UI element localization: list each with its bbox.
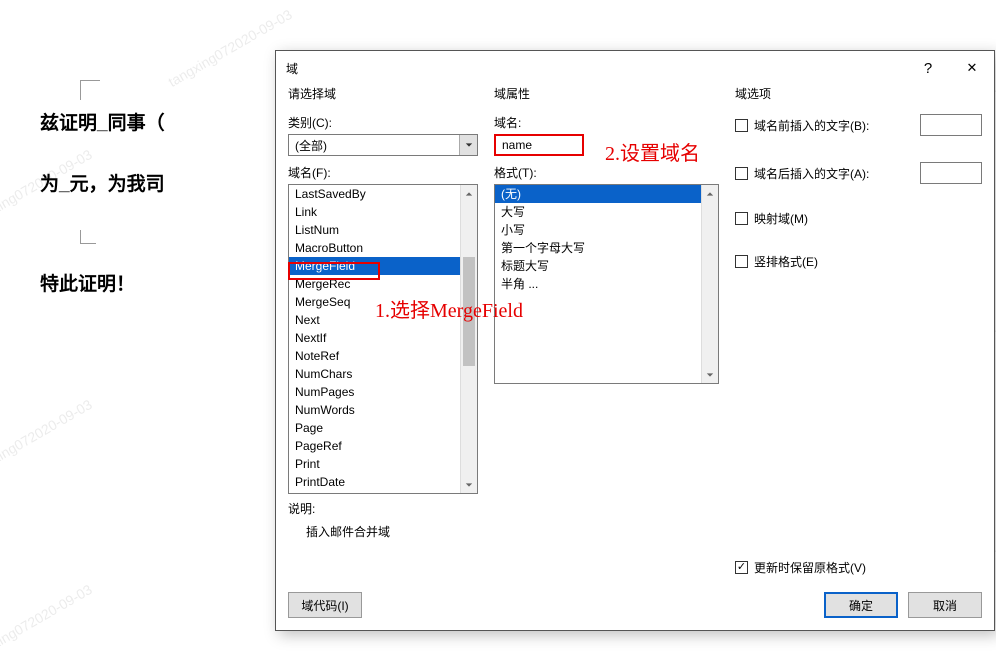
section-header: 请选择域: [288, 85, 478, 102]
fieldname-list-label: 域名(F):: [288, 164, 478, 181]
format-option[interactable]: (无): [495, 185, 718, 203]
mapped-field-row: 映射域(M): [735, 210, 982, 227]
fieldname-option[interactable]: MergeField: [289, 257, 477, 275]
fieldname-option[interactable]: NumChars: [289, 365, 477, 383]
description-label: 说明:: [288, 500, 478, 517]
format-label: 格式(T):: [494, 164, 719, 181]
select-field-panel: 请选择域 类别(C): (全部) 域名(F): LastSavedByLinkL…: [288, 85, 478, 580]
scroll-track[interactable]: [702, 202, 718, 366]
field-options-panel: 域选项 域名前插入的文字(B): 域名后插入的文字(A): 映射域(M) 竖排格…: [735, 85, 982, 580]
text-after-row: 域名后插入的文字(A):: [735, 162, 982, 184]
fieldname-option[interactable]: NoteRef: [289, 347, 477, 365]
preserve-format-row: 更新时保留原格式(V): [735, 559, 982, 576]
fieldname-option[interactable]: Page: [289, 419, 477, 437]
document-background: 兹证明_同事（ 为_元，为我司 特此证明！: [0, 0, 280, 600]
fieldname-input-label: 域名:: [494, 114, 719, 131]
fieldname-option[interactable]: MergeRec: [289, 275, 477, 293]
category-combo[interactable]: (全部): [288, 134, 478, 156]
cancel-button[interactable]: 取消: [908, 592, 982, 618]
field-properties-panel: 域属性 域名: 格式(T): (无)大写小写第一个字母大写标题大写半角 ...: [494, 85, 719, 580]
fieldname-option[interactable]: ListNum: [289, 221, 477, 239]
text-before-row: 域名前插入的文字(B):: [735, 114, 982, 136]
vertical-format-checkbox[interactable]: [735, 255, 748, 268]
preserve-format-checkbox[interactable]: [735, 561, 748, 574]
format-option[interactable]: 大写: [495, 203, 718, 221]
scroll-down-icon[interactable]: [702, 366, 718, 383]
dialog-title: 域: [286, 60, 298, 77]
text-after-label: 域名后插入的文字(A):: [754, 165, 869, 182]
category-label: 类别(C):: [288, 114, 478, 131]
section-header: 域选项: [735, 85, 982, 102]
fieldname-option[interactable]: Link: [289, 203, 477, 221]
document-line: 特此证明！: [40, 271, 260, 300]
text-before-label: 域名前插入的文字(B):: [754, 117, 869, 134]
fieldname-option[interactable]: LastSavedBy: [289, 185, 477, 203]
fieldname-option[interactable]: Private: [289, 491, 477, 494]
text-after-input[interactable]: [920, 162, 982, 184]
field-codes-button[interactable]: 域代码(I): [288, 592, 362, 618]
page-corner-mark: [80, 230, 96, 244]
format-option[interactable]: 标题大写: [495, 257, 718, 275]
text-before-checkbox[interactable]: [735, 119, 748, 132]
scroll-thumb[interactable]: [463, 257, 475, 367]
scroll-up-icon[interactable]: [702, 185, 718, 202]
scrollbar[interactable]: [460, 185, 477, 493]
mapped-field-label: 映射域(M): [754, 210, 808, 227]
fieldname-listbox[interactable]: LastSavedByLinkListNumMacroButtonMergeFi…: [288, 184, 478, 494]
scroll-down-icon[interactable]: [461, 476, 477, 493]
help-button[interactable]: ?: [906, 51, 950, 85]
titlebar: 域 ? ✕: [276, 51, 994, 85]
format-option[interactable]: 第一个字母大写: [495, 239, 718, 257]
fieldname-option[interactable]: Next: [289, 311, 477, 329]
preserve-format-label: 更新时保留原格式(V): [754, 559, 866, 576]
fieldname-option[interactable]: NumPages: [289, 383, 477, 401]
fieldname-input[interactable]: [494, 134, 584, 156]
text-after-checkbox[interactable]: [735, 167, 748, 180]
scroll-up-icon[interactable]: [461, 185, 477, 202]
text-before-input[interactable]: [920, 114, 982, 136]
format-option[interactable]: 小写: [495, 221, 718, 239]
field-dialog: 域 ? ✕ 请选择域 类别(C): (全部) 域名(F): LastSavedB…: [275, 50, 995, 631]
description-text: 插入邮件合并域: [288, 517, 478, 540]
scrollbar[interactable]: [701, 185, 718, 383]
dialog-footer: 域代码(I) 确定 取消: [276, 584, 994, 630]
mapped-field-checkbox[interactable]: [735, 212, 748, 225]
scroll-track[interactable]: [461, 202, 477, 476]
fieldname-option[interactable]: PageRef: [289, 437, 477, 455]
format-listbox[interactable]: (无)大写小写第一个字母大写标题大写半角 ...: [494, 184, 719, 384]
ok-button[interactable]: 确定: [824, 592, 898, 618]
category-value: (全部): [289, 137, 459, 154]
fieldname-option[interactable]: MacroButton: [289, 239, 477, 257]
close-button[interactable]: ✕: [950, 51, 994, 85]
fieldname-option[interactable]: PrintDate: [289, 473, 477, 491]
fieldname-option[interactable]: Print: [289, 455, 477, 473]
vertical-format-label: 竖排格式(E): [754, 253, 818, 270]
format-option[interactable]: 半角 ...: [495, 275, 718, 293]
chevron-down-icon[interactable]: [459, 135, 477, 155]
document-line: 兹证明_同事（: [40, 110, 260, 139]
section-header: 域属性: [494, 85, 719, 102]
fieldname-option[interactable]: NextIf: [289, 329, 477, 347]
page-corner-mark: [80, 80, 100, 100]
document-line: 为_元，为我司: [40, 171, 260, 200]
fieldname-option[interactable]: MergeSeq: [289, 293, 477, 311]
fieldname-option[interactable]: NumWords: [289, 401, 477, 419]
vertical-format-row: 竖排格式(E): [735, 253, 982, 270]
